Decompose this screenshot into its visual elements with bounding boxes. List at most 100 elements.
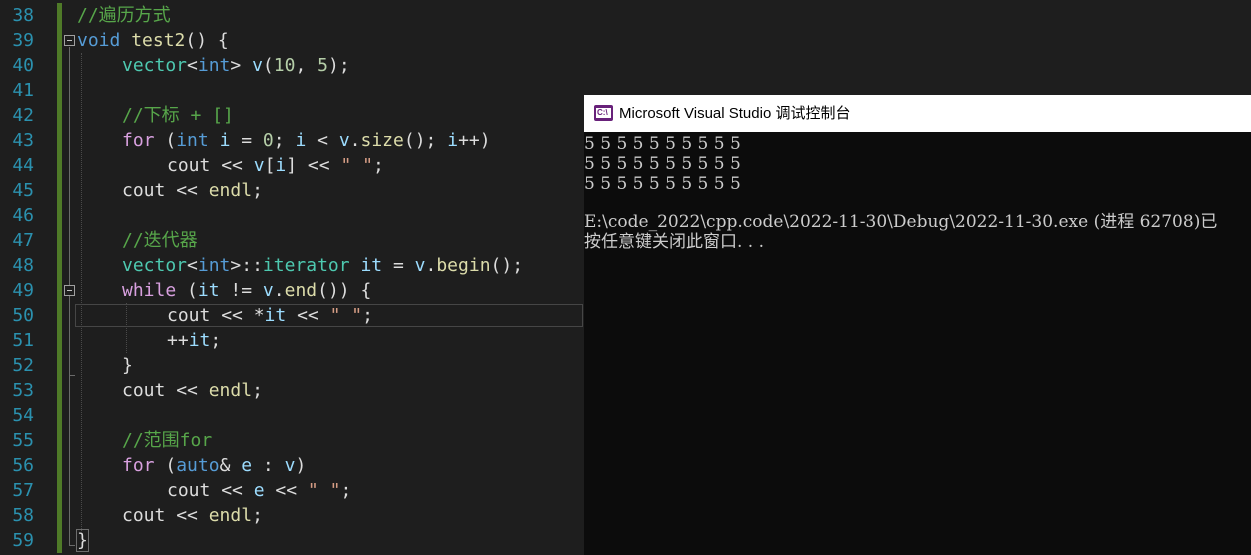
keyword: for bbox=[122, 130, 155, 151]
punctuation: > bbox=[230, 55, 253, 76]
outline-end bbox=[69, 545, 75, 546]
code-line-48: vector<int>::iterator it = v.begin(); bbox=[122, 253, 523, 278]
code-line-51: ++it; bbox=[167, 328, 221, 353]
punctuation bbox=[209, 130, 220, 151]
line-number: 43 bbox=[12, 130, 34, 151]
code-line-49: while (it != v.end()) { bbox=[122, 278, 371, 303]
type: vector bbox=[122, 55, 188, 76]
line-number: 56 bbox=[12, 455, 34, 476]
punctuation: ); bbox=[327, 55, 350, 76]
variable: v bbox=[252, 55, 263, 76]
punctuation: < bbox=[306, 130, 339, 151]
function-name: test2 bbox=[131, 30, 186, 51]
function-name: size bbox=[360, 130, 404, 151]
punctuation: << bbox=[210, 155, 254, 176]
punctuation: ] << bbox=[286, 155, 341, 176]
collapse-icon[interactable] bbox=[64, 285, 75, 296]
visual-studio-icon-text: C:\ bbox=[597, 108, 608, 117]
variable: i bbox=[295, 130, 307, 151]
identifier: cout bbox=[167, 305, 211, 326]
type: vector bbox=[122, 255, 188, 276]
punctuation: (); bbox=[490, 255, 524, 276]
line-number: 50 bbox=[12, 305, 34, 326]
code-line-57: cout << e << " "; bbox=[167, 478, 351, 503]
line-number: 47 bbox=[12, 230, 34, 251]
punctuation: = bbox=[230, 130, 263, 151]
outline-end bbox=[69, 375, 75, 376]
punctuation: ; bbox=[252, 180, 263, 201]
comment: //范围for bbox=[122, 430, 213, 451]
function-name: end bbox=[284, 280, 318, 301]
punctuation: < bbox=[187, 255, 198, 276]
variable: i bbox=[219, 130, 231, 151]
punctuation: ( bbox=[154, 455, 177, 476]
punctuation: != bbox=[219, 280, 263, 301]
variable: it bbox=[188, 330, 211, 351]
console-output[interactable]: 5 5 5 5 5 5 5 5 5 5 5 5 5 5 5 5 5 5 5 5 … bbox=[584, 132, 1251, 555]
output-line: 5 5 5 5 5 5 5 5 5 5 bbox=[584, 134, 741, 154]
console-titlebar[interactable]: C:\ Microsoft Visual Studio 调试控制台 bbox=[584, 95, 1251, 132]
punctuation: ; bbox=[210, 330, 222, 351]
code-line-55: //范围for bbox=[122, 428, 212, 453]
line-number: 53 bbox=[12, 380, 34, 401]
line-number: 45 bbox=[12, 180, 34, 201]
keyword: while bbox=[122, 280, 177, 301]
punctuation: << bbox=[165, 380, 209, 401]
collapse-icon[interactable] bbox=[64, 35, 75, 46]
function-name: begin bbox=[436, 255, 491, 276]
variable: v bbox=[284, 455, 296, 476]
punctuation: ++ bbox=[167, 330, 189, 351]
variable: v bbox=[338, 130, 350, 151]
code-line-53: cout << endl; bbox=[122, 378, 263, 403]
keyword: int bbox=[197, 55, 231, 76]
punctuation: & bbox=[219, 455, 242, 476]
indent-guide bbox=[81, 53, 82, 531]
comment: //遍历方式 bbox=[77, 5, 171, 26]
punctuation: () { bbox=[185, 30, 229, 51]
function-name: endl bbox=[208, 505, 253, 526]
code-line-42: //下标 + [] bbox=[122, 103, 234, 128]
closing-brace: } bbox=[76, 529, 89, 552]
keyword: for bbox=[122, 455, 155, 476]
string: " " bbox=[329, 305, 363, 326]
line-number: 38 bbox=[12, 5, 34, 26]
variable: v bbox=[262, 280, 274, 301]
keyword: void bbox=[77, 30, 121, 51]
variable: v bbox=[253, 155, 265, 176]
punctuation: ++) bbox=[458, 130, 491, 151]
line-number: 46 bbox=[12, 205, 34, 226]
punctuation: . bbox=[349, 130, 361, 151]
number: 0 bbox=[262, 130, 274, 151]
code-line-43: for (int i = 0; i < v.size(); i++) bbox=[122, 128, 491, 153]
punctuation: << bbox=[286, 305, 330, 326]
debug-console-window[interactable]: C:\ Microsoft Visual Studio 调试控制台 5 5 5 … bbox=[584, 95, 1251, 555]
keyword: auto bbox=[176, 455, 220, 476]
line-number: 44 bbox=[12, 155, 34, 176]
line-number: 42 bbox=[12, 105, 34, 126]
punctuation: ; bbox=[340, 480, 352, 501]
closing-brace: } bbox=[122, 355, 133, 376]
line-number: 59 bbox=[12, 530, 34, 551]
code-line-45: cout << endl; bbox=[122, 178, 263, 203]
punctuation: ; bbox=[372, 155, 384, 176]
punctuation: << bbox=[210, 480, 254, 501]
output-line: 按任意键关闭此窗口. . . bbox=[584, 232, 765, 252]
output-line: 5 5 5 5 5 5 5 5 5 5 bbox=[584, 154, 741, 174]
punctuation: ) bbox=[295, 455, 307, 476]
punctuation: >:: bbox=[230, 255, 263, 276]
identifier: cout bbox=[122, 180, 166, 201]
code-line-59: } bbox=[76, 528, 89, 553]
change-tracking-bar bbox=[57, 3, 62, 553]
punctuation: << * bbox=[210, 305, 265, 326]
output-line: E:\code_2022\cpp.code\2022-11-30\Debug\2… bbox=[584, 212, 1218, 232]
code-line-50: cout << *it << " "; bbox=[167, 303, 373, 328]
punctuation: ( bbox=[154, 130, 177, 151]
identifier: cout bbox=[122, 505, 166, 526]
identifier: cout bbox=[167, 480, 211, 501]
string: " " bbox=[307, 480, 341, 501]
function-name: endl bbox=[208, 180, 253, 201]
code-line-56: for (auto& e : v) bbox=[122, 453, 306, 478]
console-title: Microsoft Visual Studio 调试控制台 bbox=[619, 105, 851, 122]
keyword: int bbox=[197, 255, 231, 276]
variable: i bbox=[275, 155, 287, 176]
